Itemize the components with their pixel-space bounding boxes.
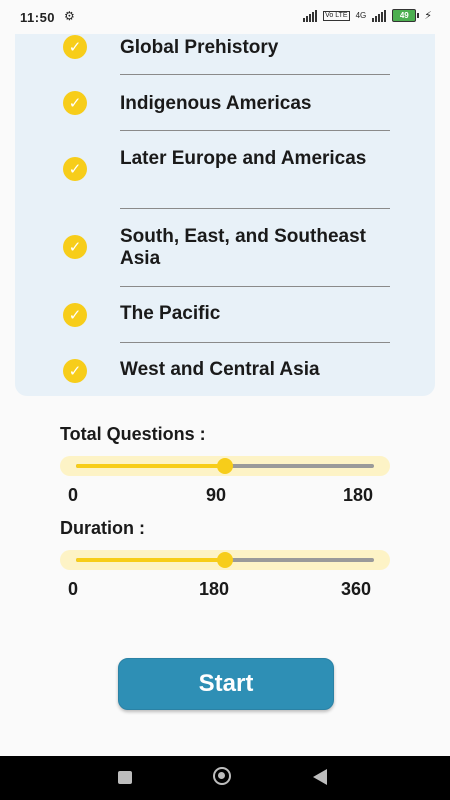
slider-fill xyxy=(76,558,225,562)
check-icon[interactable]: ✓ xyxy=(63,157,87,181)
duration-min: 0 xyxy=(68,579,79,599)
duration-label: Duration : xyxy=(60,518,145,538)
network-type: 4G xyxy=(355,10,367,20)
duration-mid: 180 xyxy=(199,579,230,599)
topic-list-card: ✓ Global Prehistory ✓ Indigenous America… xyxy=(15,34,435,396)
topic-label: Later Europe and Americas xyxy=(120,148,367,169)
volte-icon: Vo LTE xyxy=(323,10,350,21)
divider xyxy=(120,286,390,287)
total-questions-mid: 90 xyxy=(206,485,227,505)
battery-icon: 49 xyxy=(392,9,420,22)
divider xyxy=(120,342,390,343)
total-questions-max: 180 xyxy=(343,485,374,505)
topic-label: South, East, and Southeast Asia xyxy=(120,226,366,269)
slider-thumb[interactable] xyxy=(217,552,233,568)
duration-max: 360 xyxy=(341,579,372,599)
total-questions-slider[interactable] xyxy=(60,456,390,476)
signal-icon xyxy=(303,9,318,22)
status-time: 11:50 xyxy=(20,10,56,25)
check-icon[interactable]: ✓ xyxy=(63,91,87,115)
recent-apps-icon[interactable] xyxy=(118,771,132,784)
home-icon[interactable] xyxy=(213,767,231,785)
signal-icon-2 xyxy=(372,9,387,22)
slider-thumb[interactable] xyxy=(217,458,233,474)
charging-bolt-icon: ⚡ xyxy=(424,10,432,22)
topic-label: Global Prehistory xyxy=(120,37,279,58)
start-button[interactable]: Start xyxy=(118,658,334,710)
divider xyxy=(120,74,390,75)
topic-label: West and Central Asia xyxy=(120,359,320,380)
check-icon[interactable]: ✓ xyxy=(63,303,87,327)
topic-label: The Pacific xyxy=(120,303,221,324)
slider-fill xyxy=(76,464,225,468)
system-nav-bar xyxy=(0,756,450,800)
check-icon[interactable]: ✓ xyxy=(63,359,87,383)
divider xyxy=(120,208,390,209)
divider xyxy=(120,130,390,131)
status-indicators: Vo LTE 4G 49 ⚡ xyxy=(303,9,432,22)
status-bar: 11:50 ⚙ Vo LTE 4G 49 ⚡ xyxy=(0,0,450,34)
duration-slider[interactable] xyxy=(60,550,390,570)
settings-gear-icon: ⚙ xyxy=(64,9,75,23)
topic-label: Indigenous Americas xyxy=(120,93,312,114)
check-icon[interactable]: ✓ xyxy=(63,35,87,59)
back-icon[interactable] xyxy=(313,769,327,785)
total-questions-min: 0 xyxy=(68,485,79,505)
total-questions-label: Total Questions : xyxy=(60,424,206,444)
check-icon[interactable]: ✓ xyxy=(63,235,87,259)
